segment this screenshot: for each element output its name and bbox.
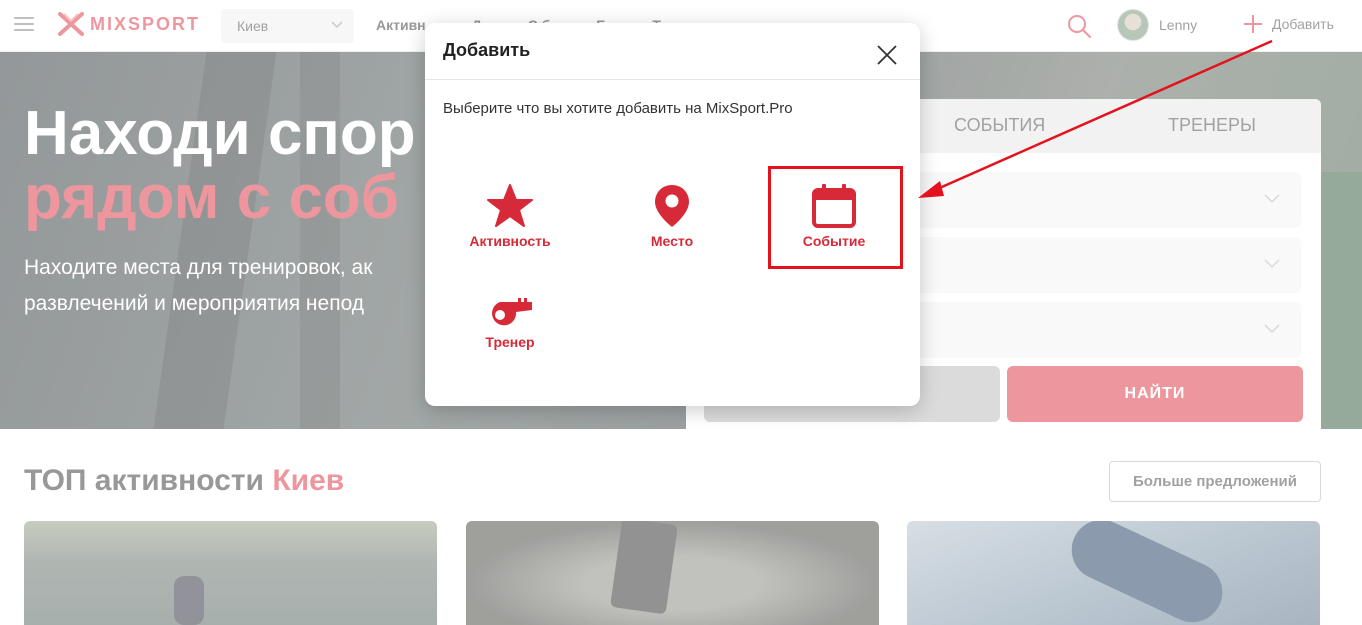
option-trainer[interactable]: Тренер <box>445 298 575 350</box>
modal-title: Добавить <box>443 40 531 60</box>
map-pin-icon <box>655 185 689 227</box>
modal-header: Добавить <box>425 23 920 80</box>
option-place[interactable]: Место <box>607 183 737 249</box>
add-modal: Добавить Выберите что вы хотите добавить… <box>425 23 920 406</box>
option-label: Тренер <box>485 334 535 350</box>
modal-description: Выберите что вы хотите добавить на MixSp… <box>443 100 793 117</box>
option-activity[interactable]: Активность <box>445 183 575 249</box>
option-label: Место <box>650 233 694 249</box>
star-icon <box>487 184 533 227</box>
whistle-icon <box>492 298 532 326</box>
option-label: Активность <box>469 233 551 249</box>
close-icon[interactable] <box>876 44 898 66</box>
event-highlight-box <box>768 166 903 269</box>
